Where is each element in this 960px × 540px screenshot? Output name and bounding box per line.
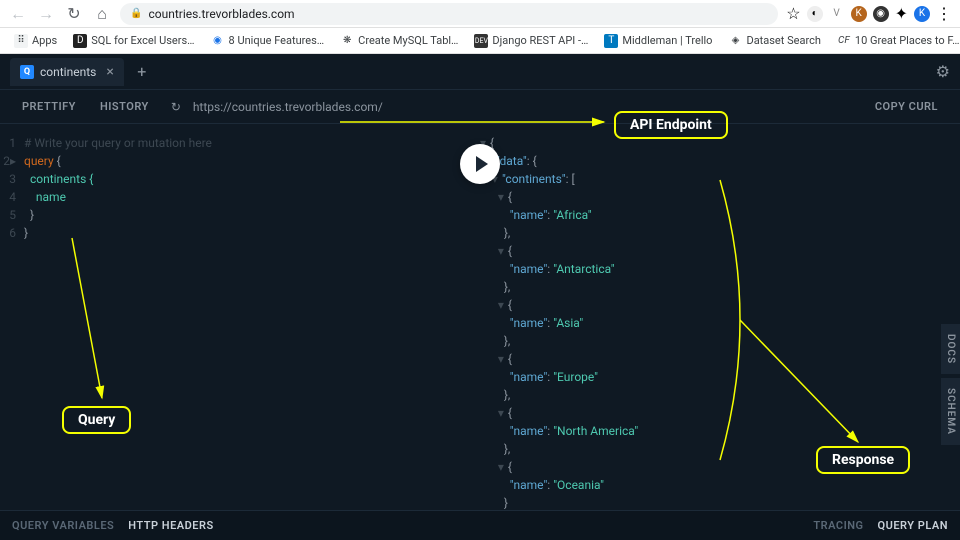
back-button[interactable]: ← <box>8 4 28 24</box>
query-variables-tab[interactable]: QUERY VARIABLES <box>12 519 114 532</box>
bookmark-item[interactable]: DSQL for Excel Users… <box>67 32 200 50</box>
bottom-bar: QUERY VARIABLES HTTP HEADERS TRACING QUE… <box>0 510 960 540</box>
browser-toolbar: ← → ↻ ⌂ 🔒 countries.trevorblades.com ☆ ◐… <box>0 0 960 28</box>
star-icon[interactable]: ☆ <box>786 4 800 23</box>
bookmark-item[interactable]: ❋Create MySQL Tabl… <box>334 32 464 50</box>
menu-icon[interactable]: ⋮ <box>936 4 952 23</box>
annotation-endpoint: API Endpoint <box>614 111 728 139</box>
http-headers-tab[interactable]: HTTP HEADERS <box>128 519 213 532</box>
close-tab-icon[interactable]: × <box>106 64 113 80</box>
query-tab[interactable]: Q continents × <box>10 58 124 86</box>
query-plan-tab[interactable]: QUERY PLAN <box>878 519 948 532</box>
play-icon <box>476 156 488 172</box>
reload-icon[interactable]: ↻ <box>171 100 185 114</box>
url-bar[interactable]: 🔒 countries.trevorblades.com <box>120 3 778 25</box>
docs-tab[interactable]: DOCS <box>941 324 960 374</box>
settings-icon[interactable]: ⚙ <box>936 62 950 81</box>
app-toolbar: PRETTIFY HISTORY ↻ https://countries.tre… <box>0 90 960 124</box>
query-icon: Q <box>20 65 34 79</box>
ext-icon[interactable]: ◉ <box>873 6 889 22</box>
side-tabs: DOCS SCHEMA <box>941 324 960 445</box>
query-editor[interactable]: 1# Write your query or mutation here 2▸q… <box>0 124 464 510</box>
ext-icon[interactable]: V <box>829 6 845 22</box>
url-text: countries.trevorblades.com <box>148 7 294 21</box>
bookmark-item[interactable]: DEVDjango REST API -… <box>468 32 594 50</box>
bookmark-item[interactable]: ◈Dataset Search <box>722 32 826 50</box>
schema-tab[interactable]: SCHEMA <box>941 378 960 445</box>
ext-icon[interactable]: K <box>851 6 867 22</box>
home-button[interactable]: ⌂ <box>92 4 112 24</box>
reload-button[interactable]: ↻ <box>64 4 84 24</box>
extension-icons: ☆ ◐ V K ◉ ✦ K ⋮ <box>786 4 952 23</box>
ext-icon[interactable]: ◐ <box>807 6 823 22</box>
app-tabs-header: Q continents × + ⚙ <box>0 54 960 90</box>
lock-icon: 🔒 <box>130 8 142 19</box>
bookmark-item[interactable]: ◉8 Unique Features… <box>205 32 331 50</box>
extensions-icon[interactable]: ✦ <box>895 4 908 23</box>
annotation-query: Query <box>62 406 131 434</box>
forward-button[interactable]: → <box>36 4 56 24</box>
run-query-button[interactable] <box>460 144 500 184</box>
tracing-tab[interactable]: TRACING <box>813 519 863 532</box>
bookmark-item[interactable]: CF10 Great Places to F… <box>831 32 960 50</box>
bookmarks-bar: ⠿Apps DSQL for Excel Users… ◉8 Unique Fe… <box>0 28 960 54</box>
annotation-response: Response <box>816 446 910 474</box>
new-tab-button[interactable]: + <box>130 60 154 84</box>
copy-curl-button[interactable]: COPY CURL <box>863 94 950 119</box>
bookmark-item[interactable]: TMiddleman | Trello <box>598 32 718 50</box>
apps-bookmark[interactable]: ⠿Apps <box>8 32 63 50</box>
history-button[interactable]: HISTORY <box>88 94 161 119</box>
endpoint-url: https://countries.trevorblades.com/ <box>193 100 383 114</box>
profile-avatar[interactable]: K <box>914 6 930 22</box>
endpoint-input[interactable]: ↻ https://countries.trevorblades.com/ <box>161 100 863 114</box>
tab-title: continents <box>40 65 96 79</box>
prettify-button[interactable]: PRETTIFY <box>10 94 88 119</box>
